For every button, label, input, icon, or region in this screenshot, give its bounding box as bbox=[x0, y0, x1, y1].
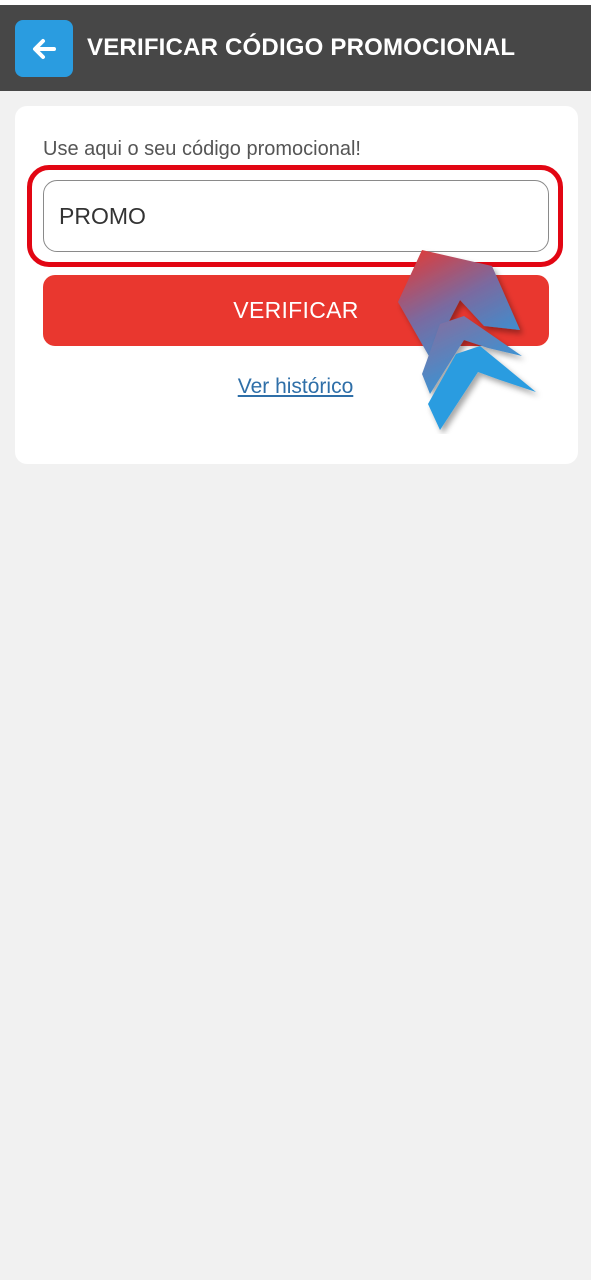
top-app-bar: VERIFICAR CÓDIGO PROMOCIONAL bbox=[0, 0, 591, 91]
history-link-wrap: Ver histórico bbox=[0, 373, 591, 401]
promo-code-input[interactable] bbox=[43, 180, 549, 252]
back-button[interactable] bbox=[15, 20, 73, 77]
arrow-left-icon bbox=[33, 38, 56, 59]
promo-hint-label: Use aqui o seu código promocional! bbox=[43, 138, 361, 160]
view-history-link[interactable]: Ver histórico bbox=[238, 375, 354, 398]
page-title: VERIFICAR CÓDIGO PROMOCIONAL bbox=[87, 34, 516, 61]
verify-button[interactable]: VERIFICAR bbox=[43, 275, 549, 346]
